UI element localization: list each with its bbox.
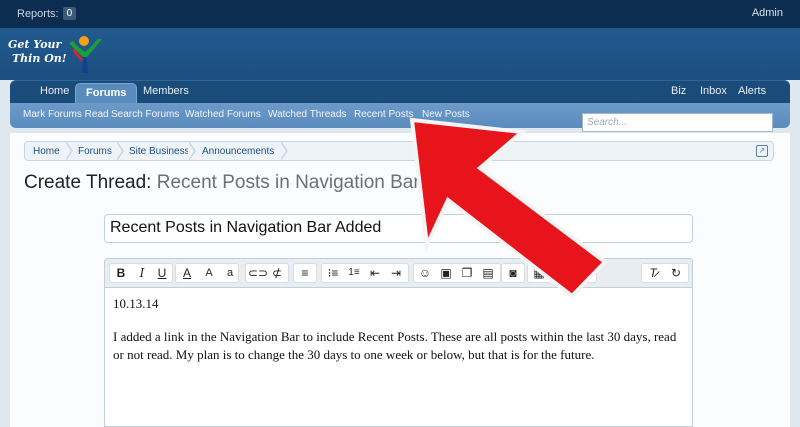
- thread-title-input[interactable]: Recent Posts in Navigation Bar Added: [104, 214, 693, 243]
- undo-icon[interactable]: ↶: [556, 264, 574, 282]
- subnav-recent-posts[interactable]: Recent Posts: [354, 109, 413, 120]
- logo-figure-icon: [69, 36, 102, 73]
- tab-home[interactable]: Home: [40, 85, 69, 97]
- breadcrumb: Home Forums Site Business Announcements …: [24, 141, 774, 161]
- site-logo[interactable]: Get Your Thin On!: [8, 35, 103, 75]
- smilie-icon[interactable]: ☺: [416, 264, 434, 282]
- admin-link[interactable]: Admin: [752, 7, 783, 19]
- breadcrumb-home[interactable]: Home: [33, 146, 60, 157]
- breadcrumb-announcements[interactable]: Announcements: [202, 146, 274, 157]
- site-header: Get Your Thin On!: [0, 28, 800, 80]
- underline-icon[interactable]: U: [153, 264, 171, 282]
- nav-tabs: Home Forums Members Biz Inbox Alerts: [10, 80, 790, 104]
- breadcrumb-separator: [188, 141, 196, 161]
- page-title: Create Thread: Recent Posts in Navigatio…: [24, 172, 479, 194]
- tab-forums[interactable]: Forums: [75, 83, 138, 103]
- breadcrumb-separator: [65, 141, 73, 161]
- editor-body-text: I added a link in the Navigation Bar to …: [113, 329, 677, 362]
- reports-count-badge: 0: [62, 7, 77, 20]
- remove-format-icon[interactable]: T̷: [644, 264, 662, 282]
- save-draft-icon[interactable]: ▦: [530, 264, 548, 282]
- tab-biz[interactable]: Biz: [671, 85, 686, 97]
- editor-date-line: 10.13.14: [113, 296, 159, 311]
- subnav-mark-forums-read[interactable]: Mark Forums Read: [23, 109, 109, 120]
- numbered-list-icon[interactable]: 1≡: [345, 264, 363, 282]
- font-color-icon[interactable]: A: [178, 264, 196, 282]
- editor-toolbar: B I U A A a ⊂⊃ ⊄ ≡ ⁝≡ 1≡ ⇤ ⇥ ☺ ▣ ❐ ▤ ◙ ▦…: [104, 258, 693, 288]
- font-family-icon[interactable]: a: [221, 264, 239, 282]
- indent-icon[interactable]: ⇥: [387, 264, 405, 282]
- breadcrumb-separator: [280, 141, 288, 161]
- page-title-prefix: Create Thread:: [24, 172, 152, 193]
- subnav-watched-forums[interactable]: Watched Forums: [185, 109, 261, 120]
- font-size-icon[interactable]: A: [200, 264, 218, 282]
- tab-members[interactable]: Members: [143, 85, 189, 97]
- quote-icon[interactable]: ▤: [479, 264, 497, 282]
- admin-bar: Reports: 0 Admin: [0, 0, 800, 28]
- subnav-new-posts[interactable]: New Posts: [422, 109, 470, 120]
- link-icon[interactable]: ⊂⊃: [248, 264, 268, 282]
- tab-alerts[interactable]: Alerts: [738, 85, 766, 97]
- breadcrumb-separator: [116, 141, 124, 161]
- unlink-icon[interactable]: ⊄: [268, 264, 286, 282]
- italic-icon[interactable]: I: [133, 264, 151, 282]
- outdent-icon[interactable]: ⇤: [366, 264, 384, 282]
- reports-label: Reports:: [17, 7, 59, 20]
- page-title-thread: Recent Posts in Navigation Bar Added: [156, 172, 479, 193]
- breadcrumb-forums[interactable]: Forums: [78, 146, 112, 157]
- align-icon[interactable]: ≡: [296, 264, 314, 282]
- logo-text-line1: Get Your: [8, 38, 62, 51]
- restore-icon[interactable]: ↻: [667, 264, 685, 282]
- toggle-bbcode-icon[interactable]: ◙: [504, 264, 522, 282]
- media-icon[interactable]: ❐: [458, 264, 476, 282]
- message-editor[interactable]: 10.13.14 I added a link in the Navigatio…: [104, 288, 693, 427]
- logo-text-line2: Thin On!: [12, 52, 67, 65]
- breadcrumb-site-business[interactable]: Site Business: [129, 146, 190, 157]
- image-icon[interactable]: ▣: [437, 264, 455, 282]
- subnav-search-forums[interactable]: Search Forums: [111, 109, 179, 120]
- subnav-watched-threads[interactable]: Watched Threads: [268, 109, 346, 120]
- bullet-list-icon[interactable]: ⁝≡: [324, 264, 342, 282]
- jump-to-icon[interactable]: ↗: [756, 145, 768, 157]
- search-input[interactable]: Search...: [582, 113, 773, 132]
- tab-inbox[interactable]: Inbox: [700, 85, 727, 97]
- reports-link[interactable]: Reports: 0: [17, 7, 77, 20]
- bold-icon[interactable]: B: [112, 264, 130, 282]
